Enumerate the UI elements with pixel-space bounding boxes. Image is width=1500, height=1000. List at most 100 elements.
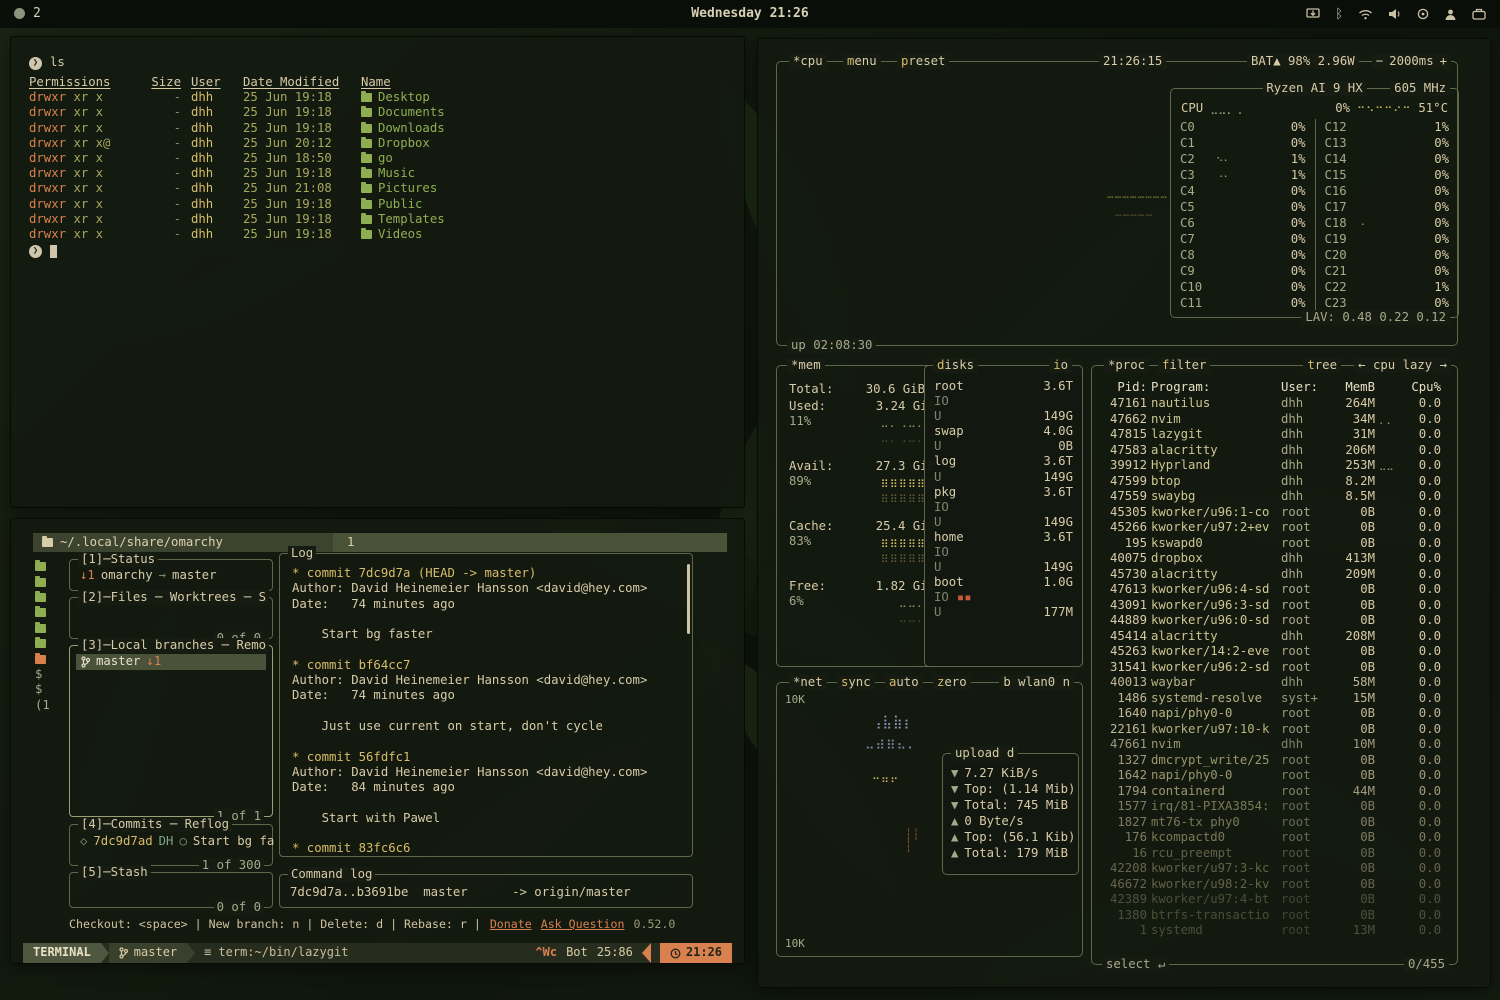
tree-toggle-button[interactable]: tree — [1303, 358, 1341, 373]
upload-box-title: upload d — [951, 746, 1018, 761]
process-row[interactable]: 40075 dropbox dhh 413M 0.0 — [1092, 551, 1457, 567]
select-hint[interactable]: select ↵ — [1102, 957, 1169, 972]
filter-button[interactable]: filter — [1158, 358, 1210, 373]
interval-increase-button[interactable]: + — [1440, 54, 1447, 69]
shell-prompt-line[interactable]: ❯ — [29, 243, 744, 259]
panel-count: 1 of 300 — [199, 858, 264, 873]
btop-terminal-window[interactable]: *cpu menu preset 21:26:15 BAT▲ 98% 2.96W… — [757, 38, 1491, 988]
process-row[interactable]: 47613 kworker/u96:4-sd root 0B 0.0 — [1092, 582, 1457, 598]
bluetooth-icon[interactable]: ᛒ — [1335, 8, 1343, 21]
process-row[interactable]: 1794 containerd root 44M 0.0 — [1092, 784, 1457, 800]
process-row[interactable]: 31541 kworker/u96:2-sd root 0B 0.0 — [1092, 660, 1457, 676]
tab-1[interactable]: 1 — [347, 535, 354, 550]
lazygit-commits-panel[interactable]: [4]─Commits ─ Reflog ◇ 7dc9d7ad DH ○ Sta… — [69, 824, 273, 866]
process-row[interactable]: 47815 lazygit dhh 31M 0.0 — [1092, 427, 1457, 443]
process-row[interactable]: 42208 kworker/u97:3-kc root 0B 0.0 — [1092, 861, 1457, 877]
process-row[interactable]: 1327 dmcrypt_write/25 root 0B 0.0 — [1092, 753, 1457, 769]
process-row[interactable]: 16 rcu_preempt root 0B 0.0 — [1092, 846, 1457, 862]
core-row: C14 0% — [1316, 151, 1459, 167]
net-scale-bottom: 10K — [785, 936, 805, 951]
process-row[interactable]: 44889 kworker/u96:0-sd root 0B 0.0 — [1092, 613, 1457, 629]
log-line: Date: 84 minutes ago — [292, 780, 682, 795]
disk-line: U 149G — [925, 409, 1082, 424]
scrollbar[interactable] — [687, 564, 690, 634]
process-row[interactable]: 46672 kworker/u98:2-kv root 0B 0.0 — [1092, 877, 1457, 893]
process-row[interactable]: 43091 kworker/u96:3-sd root 0B 0.0 — [1092, 598, 1457, 614]
workspace-number[interactable]: 2 — [33, 6, 41, 21]
selected-branch-row[interactable]: master ↓1 — [76, 654, 266, 670]
process-row[interactable]: 1 systemd root 13M 0.0 — [1092, 923, 1457, 939]
process-row[interactable]: 195 kswapd0 root 0B 0.0 — [1092, 536, 1457, 552]
write-hint: ^Wc — [535, 945, 557, 960]
process-row[interactable]: 39912 Hyprland dhh 253M ⣀⣀ 0.0 — [1092, 458, 1457, 474]
menu-button[interactable]: menu — [843, 54, 881, 69]
process-row[interactable]: 47559 swaybg dhh 8.5M 0.0 — [1092, 489, 1457, 505]
shell-command-line: ❯ ls — [29, 55, 744, 71]
process-row[interactable]: 45414 alacritty dhh 208M 0.0 — [1092, 629, 1457, 645]
wifi-icon[interactable] — [1358, 9, 1373, 20]
process-row[interactable]: 1642 napi/phy0-0 root 0B 0.0 — [1092, 768, 1457, 784]
process-row[interactable]: 1380 btrfs-transactio root 0B 0.0 — [1092, 908, 1457, 924]
process-row[interactable]: 45266 kworker/u97:2+ev root 0B 0.0 — [1092, 520, 1457, 536]
ls-terminal-window[interactable]: ❯ ls Permissions Size User Date Modified… — [10, 36, 745, 508]
process-row[interactable]: 22161 kworker/u97:10-k root 0B 0.0 — [1092, 722, 1457, 738]
disk-line: U 177M — [925, 605, 1082, 620]
cpu-temp-graph: ⠒⠢⠒⠒⠔⠒ — [1357, 101, 1411, 116]
process-row[interactable]: 47583 alacritty dhh 206M 0.0 — [1092, 443, 1457, 459]
sync-button[interactable]: sync — [837, 675, 875, 690]
ls-rows: drwxr xr x - dhh 25 Jun 19:18 Desktop dr… — [29, 90, 744, 242]
lazygit-branches-panel[interactable]: [3]─Local branches ─ Remo master ↓1 1 of… — [69, 645, 273, 817]
interval-decrease-button[interactable]: − — [1376, 54, 1383, 69]
interface-selector[interactable]: b wlan0 n — [999, 675, 1074, 690]
desktop: 2 Wednesday 21:26 ᛒ — [0, 0, 1500, 1000]
lazygit-files-panel[interactable]: [2]─Files ─ Worktrees ─ S 0 of 0 — [69, 597, 273, 639]
sort-selector[interactable]: ← cpu lazy → — [1354, 358, 1451, 373]
screencast-icon[interactable] — [1306, 8, 1320, 20]
commit-row[interactable]: ◇ 7dc9d7ad DH ○ Start bg fa — [80, 834, 274, 849]
idle-inhibitor-icon[interactable] — [1417, 8, 1429, 20]
process-row[interactable]: 40013 waybar dhh 58M 0.0 — [1092, 675, 1457, 691]
process-row[interactable]: 42389 kworker/u97:4-bt root 0B 0.0 — [1092, 892, 1457, 908]
disk-line: IO — [925, 394, 1082, 409]
disk-line: swap 4.0G — [925, 424, 1082, 439]
process-row[interactable]: 47662 nvim dhh 34M ⡀⡀ 0.0 — [1092, 412, 1457, 428]
lazygit-command-log-panel[interactable]: Command log 7dc9d7a..b3691be master -> o… — [279, 874, 693, 908]
battery-icon[interactable] — [1472, 8, 1486, 20]
branch-icon — [81, 656, 90, 668]
io-mode-button[interactable]: io — [1049, 358, 1072, 373]
auto-button[interactable]: auto — [885, 675, 923, 690]
prompt-icon: ❯ — [29, 57, 42, 70]
zero-button[interactable]: zero — [933, 675, 971, 690]
terminal-cursor — [50, 245, 57, 258]
lazygit-status-panel[interactable]: [1]─Status ↓1 omarchy → master — [69, 559, 273, 591]
process-row[interactable]: 1827 mt76-tx phy0 root 0B 0.0 — [1092, 815, 1457, 831]
lazygit-terminal-window[interactable]: ~/.local/share/omarchy 1 $ $ (1 [1]─Stat… — [10, 518, 745, 964]
preset-button[interactable]: preset — [897, 54, 949, 69]
pictures-folder-icon — [361, 184, 372, 193]
workspace-icon[interactable] — [14, 8, 25, 19]
process-row[interactable]: 176 kcompactd0 root 0B 0.0 — [1092, 830, 1457, 846]
net-graph-dots: ⣀⣴⣶⣄⡀ — [865, 735, 918, 750]
process-row[interactable]: 1486 systemd-resolve syst+ 15M 0.0 — [1092, 691, 1457, 707]
process-row[interactable]: 47599 btop dhh 8.2M 0.0 — [1092, 474, 1457, 490]
log-line: Start with Pawel — [292, 811, 682, 826]
direction-arrow-icon: ▼ — [951, 798, 958, 813]
process-row[interactable]: 45305 kworker/u96:1-co root 0B 0.0 — [1092, 505, 1457, 521]
tab-bar[interactable]: 1 — [333, 533, 727, 552]
lazygit-stash-panel[interactable]: [5]─Stash 0 of 0 — [69, 872, 273, 908]
volume-icon[interactable] — [1388, 8, 1402, 20]
process-row[interactable]: 45730 alacritty dhh 209M 0.0 — [1092, 567, 1457, 583]
command-text: ls — [50, 55, 65, 70]
process-row[interactable]: 1640 napi/phy0-0 root 0B 0.0 — [1092, 706, 1457, 722]
ask-question-link[interactable]: Ask Question — [541, 917, 625, 932]
process-row[interactable]: 47161 nautilus dhh 264M 0.0 — [1092, 396, 1457, 412]
commit-message: Start bg fa — [193, 834, 274, 849]
donate-link[interactable]: Donate — [490, 917, 532, 932]
core-graph: ⠢⠄ — [1216, 152, 1274, 167]
commit-hash: 7dc9d7ad — [93, 834, 152, 849]
process-row[interactable]: 1577 irq/81-PIXA3854: root 0B 0.0 — [1092, 799, 1457, 815]
process-row[interactable]: 45263 kworker/14:2-eve root 0B 0.0 — [1092, 644, 1457, 660]
process-row[interactable]: 47661 nvim dhh 10M 0.0 — [1092, 737, 1457, 753]
lazygit-log-panel[interactable]: Log * commit 7dc9d7a (HEAD -> master) Au… — [279, 553, 693, 857]
user-icon[interactable] — [1444, 8, 1457, 21]
